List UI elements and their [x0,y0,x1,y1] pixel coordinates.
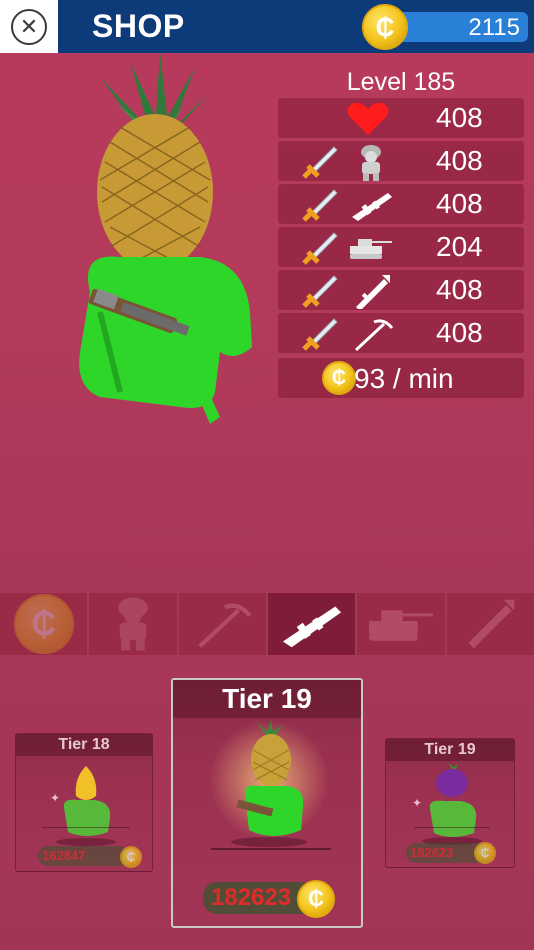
pickaxe-icon [198,603,252,648]
rifle-icon [352,193,392,221]
stat-row-rocket: 408 [278,270,524,310]
price-value: 182623 [410,845,454,860]
card-divider [414,827,490,828]
coin-icon: ₵ [13,594,74,654]
character-thumbnail: ✦ [412,763,482,845]
svg-text:✦: ✦ [50,791,60,805]
soldier-icon [118,597,148,651]
price-value: 162847 [42,848,86,863]
rocket-launcher-icon [356,275,390,309]
coin-count: 2115 [468,14,520,41]
heart-icon [347,102,389,135]
tier-card-selected[interactable]: Tier 19 182623 ₵ [171,678,363,928]
tab-tank[interactable] [357,593,445,655]
page-title: SHOP [92,8,185,44]
tab-coins[interactable]: ₵ [0,593,88,655]
coin-icon: ₵ [297,880,335,918]
rocket-launcher-icon [468,599,515,649]
stat-row-pickaxe: 408 [278,313,524,353]
tier-card-right[interactable]: Tier 19 ✦ 182623 ₵ [385,738,515,868]
sword-icon [302,318,338,351]
card-divider [211,848,331,850]
category-tabs: ₵ [0,593,534,655]
income-rate: 93 / min [354,363,454,394]
coin-icon: ₵ [474,842,496,864]
character-thumbnail [209,720,329,847]
tank-icon [350,239,392,259]
top-bar: ✕ SHOP 2115 ₵ [0,0,534,53]
sword-icon [302,232,338,265]
stat-value: 204 [436,231,483,262]
price-value: 182623 [211,884,292,911]
tier-card-left[interactable]: Tier 18 ✦ 162847 ₵ [15,733,153,872]
stat-value: 408 [436,188,483,219]
price-pill: 162847 [38,846,130,866]
coin-icon: ₵ [362,4,408,50]
tier-title: Tier 19 [386,739,514,761]
sword-icon [302,189,338,222]
stat-value: 408 [436,145,483,176]
stat-row-health: 408 [278,98,524,138]
stat-row-income: ₵ 93 / min [278,358,524,398]
rifle-icon [282,606,341,648]
character-thumbnail: ✦ [50,766,116,846]
coin-icon: ₵ [120,846,142,868]
svg-text:✦: ✦ [412,796,422,810]
stat-value: 408 [436,317,483,348]
stat-value: 408 [436,274,483,305]
stat-row-soldier: 408 [278,141,524,181]
stat-value: 408 [436,102,483,133]
stat-row-rifle: 408 [278,184,524,224]
sword-icon [302,275,338,308]
tier-title: Tier 19 [173,680,361,718]
character-preview [79,52,252,424]
tab-rocket[interactable] [446,593,534,655]
sword-icon [302,146,338,179]
close-button[interactable]: ✕ [0,0,58,53]
stat-row-tank: 204 [278,227,524,267]
coin-icon: ₵ [322,361,356,395]
tab-soldier[interactable] [89,593,177,655]
card-divider [42,827,130,828]
tab-rifle[interactable] [267,593,356,655]
soldier-icon [361,145,381,181]
tier-title: Tier 18 [16,734,152,756]
close-icon: ✕ [11,8,47,45]
tab-pickaxe[interactable] [178,593,266,655]
pickaxe-icon [354,319,394,352]
level-label: Level 185 [346,68,456,96]
tank-icon [369,610,433,641]
